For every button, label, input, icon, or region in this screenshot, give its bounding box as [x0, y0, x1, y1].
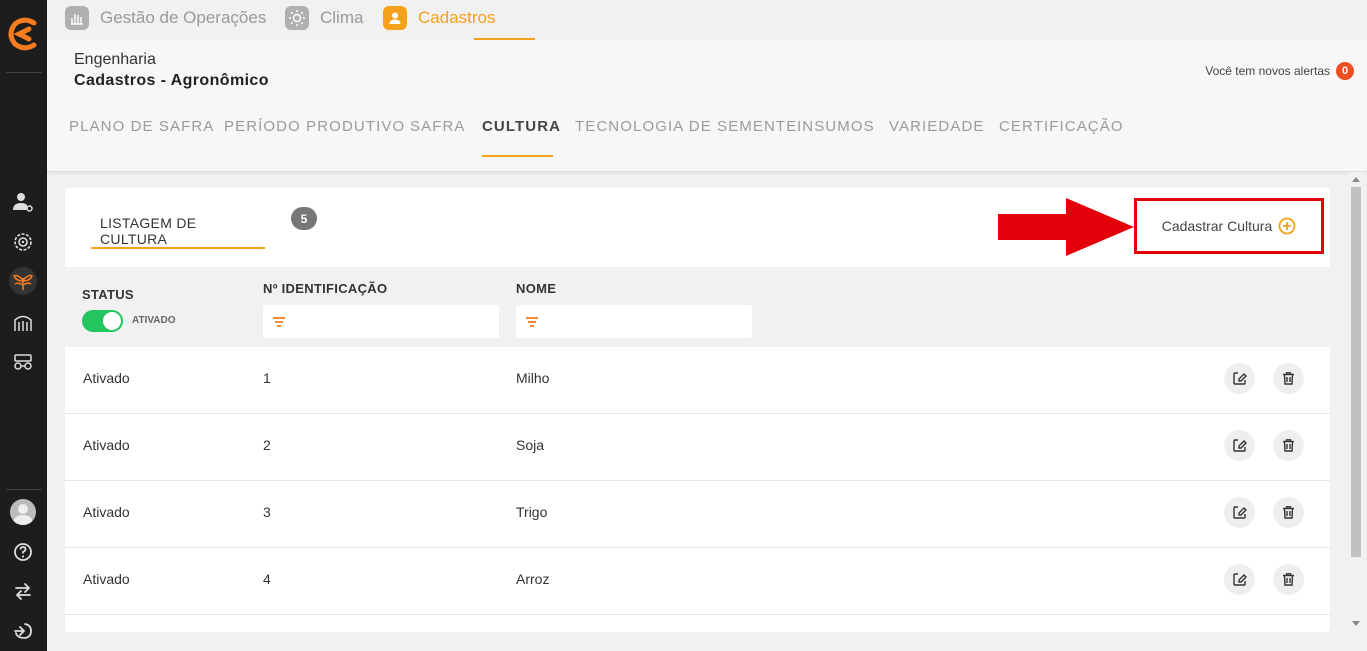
tab-variedade[interactable]: VARIEDADE [889, 118, 984, 135]
alerts-text: Você tem novos alertas [1205, 64, 1330, 78]
logout-icon[interactable] [9, 617, 37, 645]
id-filter-input[interactable] [292, 314, 499, 329]
delete-button[interactable] [1273, 497, 1304, 528]
swap-icon[interactable] [9, 577, 37, 605]
delete-button[interactable] [1273, 564, 1304, 595]
alerts-count-badge: 0 [1336, 62, 1354, 80]
brand-logo-icon[interactable] [7, 17, 41, 51]
edit-button[interactable] [1224, 564, 1255, 595]
table-row: Ativado 4 Arroz [65, 548, 1330, 615]
delete-button[interactable] [1273, 363, 1304, 394]
page-title: Cadastros - Agronômico [74, 72, 269, 89]
tab-insumos[interactable]: INSUMOS [797, 118, 875, 135]
name-cell: Arroz [516, 571, 550, 587]
table-row: Ativado 1 Milho [65, 347, 1330, 414]
app-tabs-bar: Gestão de Operações Clima Cadastros [47, 0, 1367, 40]
red-arrow-annotation [998, 198, 1134, 256]
status-cell: Ativado [83, 504, 130, 520]
trash-icon [1283, 573, 1294, 586]
tab-cultura[interactable]: CULTURA [482, 118, 561, 135]
app-tab-gestao-operacoes[interactable]: Gestão de Operações [65, 6, 266, 30]
tab-periodo-produtivo[interactable]: PERÍODO PRODUTIVO [224, 118, 405, 135]
scrollbar-thumb[interactable] [1351, 187, 1361, 557]
name-cell: Trigo [516, 504, 548, 520]
sidebar-divider [6, 489, 42, 490]
edit-icon [1233, 439, 1247, 452]
name-cell: Milho [516, 370, 550, 386]
active-tab-indicator [482, 155, 553, 157]
add-button-label: Cadastrar Cultura [1161, 218, 1273, 234]
status-toggle-label: ATIVADO [132, 315, 176, 326]
add-cultura-button[interactable]: Cadastrar Cultura [1134, 198, 1324, 254]
avatar[interactable] [10, 499, 36, 525]
table-row [65, 615, 1330, 632]
tab-safra[interactable]: SAFRA [410, 118, 466, 135]
plant-icon[interactable] [9, 267, 37, 295]
id-cell: 4 [263, 571, 271, 587]
sun-icon [285, 6, 309, 30]
silo-icon[interactable] [9, 308, 37, 336]
table-row: Ativado 3 Trigo [65, 481, 1330, 548]
scroll-up-icon[interactable] [1352, 177, 1360, 182]
tab-tecnologia-de-semente[interactable]: TECNOLOGIA DE SEMENTE [575, 118, 797, 135]
id-cell: 1 [263, 370, 271, 386]
edit-icon [1233, 506, 1247, 519]
scroll-down-icon[interactable] [1352, 621, 1360, 626]
app-tab-label: Gestão de Operações [100, 8, 267, 27]
count-badge: 5 [291, 207, 317, 230]
id-filter-field[interactable] [263, 305, 499, 338]
id-cell: 3 [263, 504, 271, 520]
trash-icon [1283, 439, 1294, 452]
user-settings-icon[interactable] [9, 188, 37, 216]
listing-tab-label: LISTAGEM DE CULTURA [100, 215, 197, 247]
edit-button[interactable] [1224, 430, 1255, 461]
id-cell: 2 [263, 437, 271, 453]
filter-icon [526, 316, 538, 327]
trash-icon [1283, 506, 1294, 519]
filter-icon [273, 316, 285, 327]
edit-icon [1233, 372, 1247, 385]
table-header: STATUS ATIVADO Nº IDENTIFICAÇÃO NOME [65, 267, 1330, 347]
status-cell: Ativado [83, 370, 130, 386]
status-cell: Ativado [83, 437, 130, 453]
column-header-nome: NOME [516, 281, 557, 296]
page-header: Engenharia Cadastros - Agronômico Você t… [47, 40, 1367, 172]
name-filter-field[interactable] [516, 305, 752, 338]
name-cell: Soja [516, 437, 545, 453]
user-icon [383, 6, 407, 30]
hand-icon [65, 6, 89, 30]
trash-icon [1283, 372, 1294, 385]
app-tab-label: Cadastros [418, 8, 496, 27]
column-header-status: STATUS [82, 287, 134, 302]
sidebar-divider [6, 72, 42, 73]
listing-card: LISTAGEM DE CULTURA 5 Cadastrar Cultura … [65, 188, 1330, 632]
app-tab-clima[interactable]: Clima [285, 6, 363, 30]
status-cell: Ativado [83, 571, 130, 587]
table-row: Ativado 2 Soja [65, 414, 1330, 481]
delete-button[interactable] [1273, 430, 1304, 461]
column-header-identificacao: Nº IDENTIFICAÇÃO [263, 281, 388, 296]
tab-certificacao[interactable]: CERTIFICAÇÃO [999, 118, 1124, 135]
status-toggle[interactable] [82, 310, 123, 332]
app-tab-cadastros[interactable]: Cadastros [383, 6, 495, 30]
plus-circle-icon [1278, 217, 1296, 235]
edit-icon [1233, 573, 1247, 586]
vertical-scrollbar[interactable] [1349, 172, 1365, 630]
left-sidebar [0, 0, 47, 651]
tab-listagem-de-cultura[interactable]: LISTAGEM DE CULTURA [91, 188, 265, 249]
alerts-notification[interactable]: Você tem novos alertas 0 [1205, 62, 1354, 80]
target-gear-icon[interactable] [9, 228, 37, 256]
breadcrumb[interactable]: Engenharia [74, 51, 156, 69]
help-icon[interactable] [9, 538, 37, 566]
edit-button[interactable] [1224, 497, 1255, 528]
edit-button[interactable] [1224, 363, 1255, 394]
app-tab-label: Clima [320, 8, 364, 27]
tractor-icon[interactable] [9, 347, 37, 375]
name-filter-input[interactable] [545, 314, 752, 329]
tab-plano-de-safra[interactable]: PLANO DE SAFRA [69, 118, 214, 135]
